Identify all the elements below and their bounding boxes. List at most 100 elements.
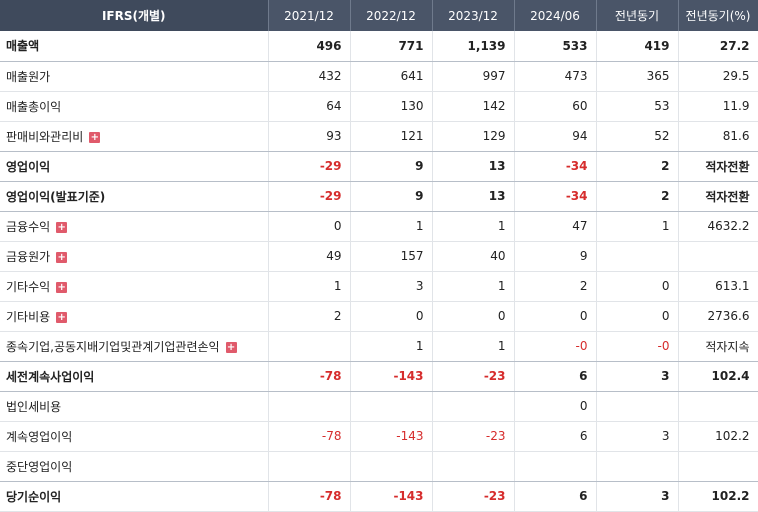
table-cell: -23 [432, 361, 515, 392]
table-cell [514, 451, 597, 482]
table-cell: 13 [432, 181, 515, 212]
table-cell: 27.2 [678, 31, 758, 62]
row-label-text: 종속기업,공동지배기업및관계기업관련손익 [6, 339, 220, 354]
table-row: 매출총이익 64 130 142 60 53 11.9 [0, 91, 758, 122]
table-cell: 6 [514, 421, 597, 452]
table-cell: -29 [268, 181, 351, 212]
header-prev-period-pct: 전년동기(%) [678, 0, 758, 31]
table-cell: 6 [514, 481, 597, 512]
table-cell [678, 451, 758, 482]
table-cell: 0 [514, 391, 597, 422]
table-cell [350, 451, 433, 482]
row-label-text: 기타수익 [6, 279, 51, 294]
table-cell: 3 [596, 481, 679, 512]
row-label-text: 당기순이익 [6, 489, 62, 504]
table-cell [268, 451, 351, 482]
table-cell: -78 [268, 421, 351, 452]
table-cell: 1,139 [432, 31, 515, 62]
table-cell: 102.4 [678, 361, 758, 392]
header-2024-06: 2024/06 [514, 0, 597, 31]
table-cell: 60 [514, 91, 597, 122]
table-cell: 9 [350, 181, 433, 212]
table-cell: 적자전환 [678, 151, 758, 182]
table-cell: 613.1 [678, 271, 758, 302]
table-cell: 13 [432, 151, 515, 182]
table-cell: 641 [350, 61, 433, 92]
row-label: 판매비와관리비 + [0, 121, 269, 152]
header-2023-12: 2023/12 [432, 0, 515, 31]
table-row: 계속영업이익 -78 -143 -23 6 3 102.2 [0, 421, 758, 452]
table-row: 기타비용 +2 0 0 0 0 2736.6 [0, 301, 758, 332]
table-cell: 2 [596, 151, 679, 182]
table-cell [678, 241, 758, 272]
expand-plus-icon[interactable]: + [56, 221, 68, 233]
row-label-text: 영업이익 [6, 159, 51, 174]
table-cell [678, 391, 758, 422]
row-label: 영업이익(발표기준) [0, 181, 269, 212]
table-cell: -143 [350, 481, 433, 512]
table-cell: 47 [514, 211, 597, 242]
table-cell: 997 [432, 61, 515, 92]
table-cell: 157 [350, 241, 433, 272]
table-cell: -78 [268, 361, 351, 392]
table-cell: 0 [432, 301, 515, 332]
table-cell: 129 [432, 121, 515, 152]
table-cell: 142 [432, 91, 515, 122]
table-cell: 4632.2 [678, 211, 758, 242]
table-cell: 533 [514, 31, 597, 62]
table-cell: 419 [596, 31, 679, 62]
table-cell: 1 [596, 211, 679, 242]
row-label-text: 매출액 [6, 39, 40, 54]
table-cell [596, 241, 679, 272]
row-label-text: 금융원가 [6, 249, 51, 264]
table-cell: 0 [350, 301, 433, 332]
expand-plus-icon[interactable]: + [225, 341, 237, 353]
table-cell [596, 391, 679, 422]
row-label-text: 중단영업이익 [6, 459, 73, 474]
table-row: 종속기업,공동지배기업및관계기업관련손익 +1 1 -0 -0 적자지속 [0, 331, 758, 362]
expand-plus-icon[interactable]: + [89, 131, 101, 143]
table-row: 금융원가 +49 157 40 9 [0, 241, 758, 272]
table-row: 금융수익 +0 1 1 47 1 4632.2 [0, 211, 758, 242]
table-cell: 0 [596, 271, 679, 302]
expand-plus-icon[interactable]: + [56, 311, 68, 323]
table-cell: 2 [268, 301, 351, 332]
table-cell [268, 391, 351, 422]
table-row: 판매비와관리비 +93 121 129 94 52 81.6 [0, 121, 758, 152]
table-cell: -29 [268, 151, 351, 182]
table-cell: 적자지속 [678, 331, 758, 362]
table-cell: 6 [514, 361, 597, 392]
row-label: 계속영업이익 [0, 421, 269, 452]
table-cell: 130 [350, 91, 433, 122]
row-label: 매출액 [0, 31, 269, 62]
table-cell [432, 451, 515, 482]
table-cell: 0 [596, 301, 679, 332]
row-label: 중단영업이익 [0, 451, 269, 482]
table-row: 매출원가 432 641 997 473 365 29.5 [0, 61, 758, 92]
table-row: 법인세비용 0 [0, 391, 758, 422]
table-cell: 2736.6 [678, 301, 758, 332]
table-cell [432, 391, 515, 422]
expand-plus-icon[interactable]: + [56, 281, 68, 293]
table-cell: 1 [432, 331, 515, 362]
table-cell [350, 391, 433, 422]
table-cell: 93 [268, 121, 351, 152]
row-label: 금융수익 + [0, 211, 269, 242]
table-cell: 496 [268, 31, 351, 62]
row-label-text: 영업이익(발표기준) [6, 189, 106, 204]
row-label: 기타수익 + [0, 271, 269, 302]
table-cell: -34 [514, 181, 597, 212]
table-cell: 64 [268, 91, 351, 122]
table-cell: 11.9 [678, 91, 758, 122]
table-cell: -143 [350, 421, 433, 452]
table-row: 중단영업이익 [0, 451, 758, 482]
income-statement-table: IFRS(개별) 2021/12 2022/12 2023/12 2024/06… [0, 0, 758, 512]
row-label-text: 금융수익 [6, 219, 51, 234]
table-row: 세전계속사업이익 -78 -143 -23 6 3 102.4 [0, 361, 758, 392]
table-cell: 9 [350, 151, 433, 182]
expand-plus-icon[interactable]: + [56, 251, 68, 263]
table-row: 영업이익(발표기준) -29 9 13 -34 2 적자전환 [0, 181, 758, 212]
row-label: 세전계속사업이익 [0, 361, 269, 392]
row-label-text: 기타비용 [6, 309, 51, 324]
header-prev-period: 전년동기 [596, 0, 679, 31]
